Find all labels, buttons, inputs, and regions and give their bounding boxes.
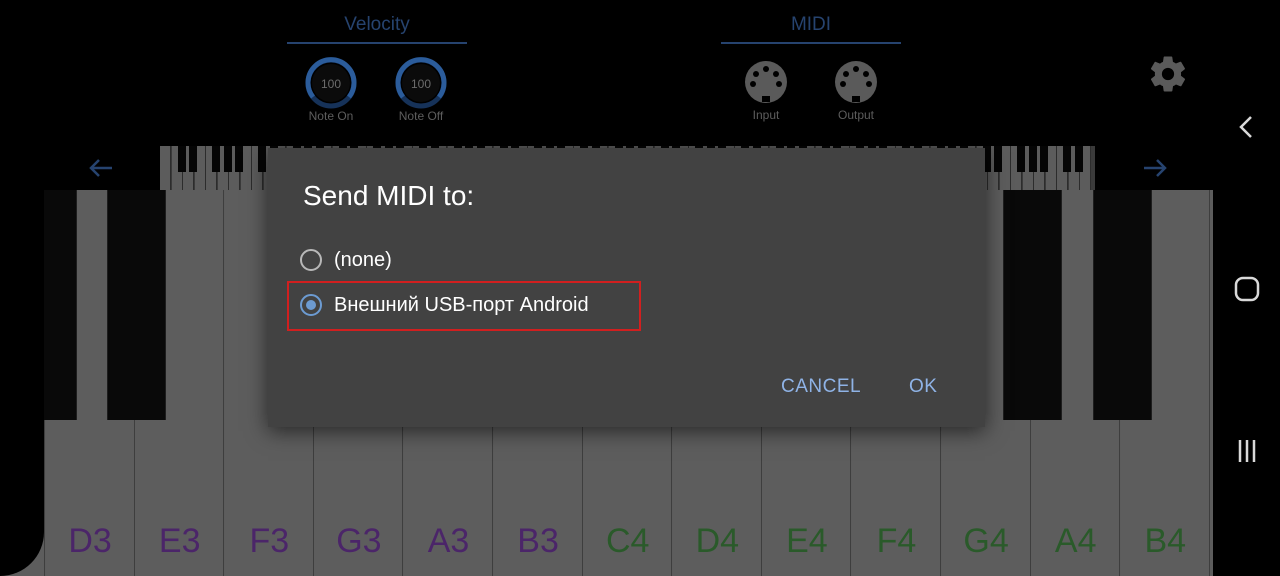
- mini-black-key: [177, 146, 186, 172]
- mini-white-key: [160, 146, 171, 190]
- midi-group-divider: [721, 42, 901, 44]
- mini-black-key: [235, 146, 243, 172]
- mini-black-key: [223, 146, 232, 172]
- note-on-value: 100: [321, 77, 341, 91]
- mini-black-key: [212, 146, 220, 172]
- midi-output-port-icon[interactable]: [834, 60, 878, 104]
- mini-black-key: [1074, 146, 1083, 172]
- key-label: A3: [427, 522, 470, 560]
- cancel-button[interactable]: CANCEL: [781, 376, 861, 398]
- option-usb-port-label: Внешний USB-порт Android: [334, 293, 589, 316]
- radio-usb-port[interactable]: [300, 294, 322, 316]
- option-none[interactable]: (none): [300, 245, 392, 275]
- key-label: F4: [876, 522, 917, 560]
- home-icon[interactable]: [1232, 274, 1262, 304]
- black-key[interactable]: [1092, 190, 1152, 420]
- midi-input-port-icon[interactable]: [744, 60, 788, 104]
- send-midi-dialog: Send MIDI to: (none) Внешний USB-порт An…: [268, 148, 985, 427]
- arrow-left-icon[interactable]: [86, 153, 116, 183]
- key-label: D4: [695, 522, 740, 560]
- key-label: F3: [249, 522, 290, 560]
- key-label: C4: [605, 522, 650, 560]
- mini-black-key: [1028, 146, 1037, 172]
- black-key[interactable]: [107, 190, 167, 420]
- mini-black-key: [189, 146, 197, 172]
- note-on-label: Note On: [308, 109, 354, 123]
- radio-none[interactable]: [300, 249, 322, 271]
- key-label: E3: [158, 522, 201, 560]
- note-on-knob[interactable]: 100: [305, 57, 357, 109]
- mini-black-key: [1040, 146, 1048, 172]
- key-label: B3: [517, 522, 559, 560]
- midi-input-label: Input: [752, 108, 780, 122]
- arrow-right-icon[interactable]: [1140, 153, 1170, 183]
- mini-black-key: [258, 146, 266, 172]
- recents-icon[interactable]: [1232, 436, 1262, 466]
- mini-black-key: [1017, 146, 1025, 172]
- key-label: G4: [963, 522, 1009, 560]
- mini-black-key: [994, 146, 1002, 172]
- note-off-label: Note Off: [398, 109, 444, 123]
- gear-icon[interactable]: [1147, 53, 1189, 95]
- dialog-title: Send MIDI to:: [303, 180, 475, 211]
- note-off-knob[interactable]: 100: [395, 57, 447, 109]
- ok-button[interactable]: OK: [909, 376, 937, 398]
- key-label: A4: [1054, 522, 1097, 560]
- black-key[interactable]: [1003, 190, 1063, 420]
- key-label: B4: [1144, 522, 1187, 560]
- mini-black-key: [1063, 146, 1071, 172]
- midi-output-label: Output: [837, 108, 875, 122]
- option-none-label: (none): [334, 248, 392, 271]
- piano-app: Velocity 100 Note On 100 Note Off MIDI I…: [0, 0, 1213, 576]
- back-icon[interactable]: [1232, 112, 1262, 142]
- note-off-value: 100: [411, 77, 431, 91]
- velocity-group-divider: [287, 42, 467, 44]
- midi-group-title: MIDI: [790, 14, 832, 35]
- screen-edge: [0, 0, 44, 576]
- key-label: D3: [68, 522, 112, 560]
- key-label: G3: [336, 522, 382, 560]
- velocity-group-title: Velocity: [344, 14, 410, 35]
- key-label: E4: [786, 522, 828, 560]
- option-usb-port[interactable]: Внешний USB-порт Android: [300, 290, 589, 320]
